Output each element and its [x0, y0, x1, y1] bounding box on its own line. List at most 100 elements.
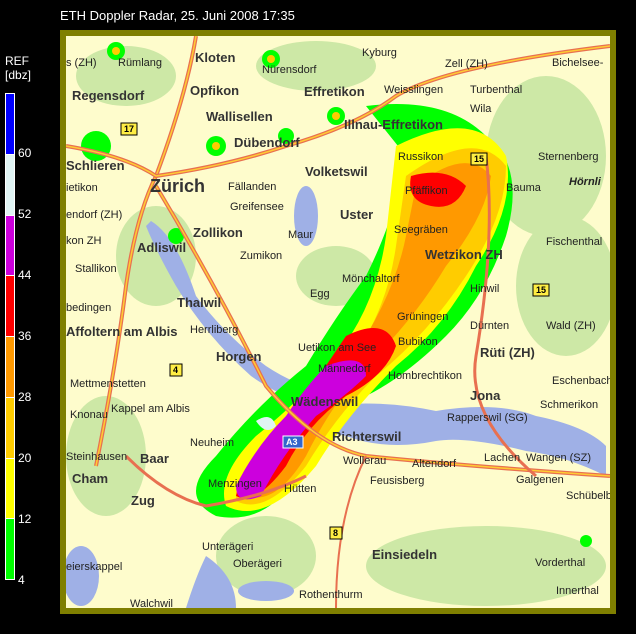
- place-uster: Uster: [340, 207, 373, 222]
- place-herrliberg: Herrliberg: [190, 324, 238, 336]
- place-hoernli: Hörnli: [569, 176, 602, 188]
- place-sternenberg: Sternenberg: [538, 151, 599, 163]
- place-knonau: Knonau: [70, 409, 108, 421]
- place-wald: Wald (ZH): [546, 320, 596, 332]
- place-wetzikon: Wetzikon ZH: [425, 247, 503, 262]
- place-egg: Egg: [310, 288, 330, 300]
- place-rothenthurm: Rothenthurm: [299, 589, 363, 601]
- legend-tick: 28: [18, 390, 32, 404]
- place-cham: Cham: [72, 471, 108, 486]
- place-steinhausen: Steinhausen: [66, 451, 127, 463]
- place-oberaegeri: Oberägeri: [233, 558, 282, 570]
- place-menzingen: Menzingen: [208, 478, 262, 490]
- place-grueningen: Grüningen: [397, 311, 448, 323]
- road-shield-17: 17: [124, 124, 134, 134]
- place-zug: Zug: [131, 493, 155, 508]
- place-bichelsee: Bichelsee-: [552, 57, 604, 69]
- place-mettmenstetten: Mettmenstetten: [70, 378, 146, 390]
- place-zumikon: Zumikon: [240, 250, 282, 262]
- place-opfikon: Opfikon: [190, 83, 239, 98]
- place-lachen: Lachen: [484, 452, 520, 464]
- place-endorf: endorf (ZH): [66, 209, 122, 221]
- place-russikon: Russikon: [398, 151, 443, 163]
- place-hinwil: Hinwil: [470, 283, 499, 295]
- place-fischenthal: Fischenthal: [546, 236, 602, 248]
- place-effretikon: Effretikon: [304, 84, 365, 99]
- place-schlieren: Schlieren: [66, 158, 125, 173]
- place-adliswil: Adliswil: [137, 240, 186, 255]
- place-unteraegeri: Unterägeri: [202, 541, 253, 553]
- place-kon-zh: kon ZH: [66, 235, 102, 247]
- place-vorderthal: Vorderthal: [535, 557, 585, 569]
- place-bubikon: Bubikon: [398, 336, 438, 348]
- legend-tick: 60: [18, 146, 32, 160]
- place-zollikon: Zollikon: [193, 225, 243, 240]
- place-horgen: Horgen: [216, 349, 262, 364]
- place-wangen: Wangen (SZ): [526, 452, 591, 464]
- place-greifensee: Greifensee: [230, 201, 284, 213]
- place-waedenswil: Wädenswil: [291, 394, 358, 409]
- place-rueti: Rüti (ZH): [480, 345, 535, 360]
- legend-unit: [dbz]: [5, 68, 32, 82]
- place-volketswil: Volketswil: [305, 164, 368, 179]
- place-stallikon: Stallikon: [75, 263, 117, 275]
- place-bauma: Bauma: [506, 182, 542, 194]
- place-wollerau: Wollerau: [343, 455, 386, 467]
- legend-swatch: [6, 276, 14, 337]
- legend-tick: 52: [18, 207, 32, 221]
- place-einsiedeln: Einsiedeln: [372, 547, 437, 562]
- radar-map[interactable]: Kloten Rümlang s (ZH) Nürensdorf Kyburg …: [66, 36, 610, 608]
- place-bedingen: bedingen: [66, 302, 111, 314]
- place-faellanden: Fällanden: [228, 181, 276, 193]
- road-shield-15: 15: [536, 285, 546, 295]
- place-ietikon: ietikon: [66, 182, 98, 194]
- place-seegraeben: Seegräben: [394, 224, 448, 236]
- place-moenchaltorf: Mönchaltorf: [342, 273, 400, 285]
- legend-swatch: [6, 94, 14, 155]
- place-galgenen: Galgenen: [516, 474, 564, 486]
- place-eschenbach: Eschenbach: [552, 375, 610, 387]
- place-neuheim: Neuheim: [190, 437, 234, 449]
- legend-tick: 20: [18, 451, 32, 465]
- place-thalwil: Thalwil: [177, 295, 221, 310]
- road-shield-15: 15: [474, 154, 484, 164]
- legend-swatch: [6, 519, 14, 579]
- legend-swatch: [6, 154, 14, 216]
- place-maur: Maur: [288, 229, 313, 241]
- place-zell: Zell (ZH): [445, 58, 488, 70]
- road-shield-a3: A3: [286, 437, 298, 447]
- place-ruemlang: Rümlang: [118, 57, 162, 69]
- place-kappel: Kappel am Albis: [111, 403, 190, 415]
- place-baar: Baar: [140, 451, 169, 466]
- place-kyburg: Kyburg: [362, 47, 397, 59]
- place-illnau: Illnau-Effretikon: [344, 117, 443, 132]
- place-pfaeffikon: Pfäffikon: [405, 185, 448, 197]
- legend-swatch: [6, 215, 14, 277]
- place-duebendorf: Dübendorf: [234, 135, 300, 150]
- legend-swatch: [6, 458, 14, 520]
- legend-color-bar: [5, 93, 15, 580]
- place-nuerensdorf: Nürensdorf: [262, 64, 317, 76]
- place-duernten: Dürnten: [470, 320, 509, 332]
- place-wallisellen: Wallisellen: [206, 109, 273, 124]
- place-huetten: Hütten: [284, 483, 316, 495]
- legend-tick: 44: [18, 268, 32, 282]
- place-s-zh: s (ZH): [66, 57, 97, 69]
- place-affoltern: Affoltern am Albis: [66, 324, 177, 339]
- place-maennedorf: Männedorf: [318, 363, 372, 375]
- road-shield-8: 8: [333, 528, 338, 538]
- place-regensdorf: Regensdorf: [72, 88, 145, 103]
- place-eierskappel: eierskappel: [66, 561, 122, 573]
- place-innerthal: Innerthal: [556, 585, 599, 597]
- legend-tick: 12: [18, 512, 32, 526]
- legend-swatch: [6, 337, 14, 398]
- legend-tick: 4: [18, 573, 25, 587]
- place-turbenthal: Turbenthal: [470, 84, 522, 96]
- place-uetikon: Uetikon am See: [298, 342, 376, 354]
- legend-swatch: [6, 397, 14, 459]
- place-kloten: Kloten: [195, 50, 236, 65]
- place-rapperswil: Rapperswil (SG): [447, 412, 528, 424]
- place-zuerich: Zürich: [150, 176, 205, 196]
- place-schuebelbach: Schübelb: [566, 490, 610, 502]
- place-richterswil: Richterswil: [332, 429, 401, 444]
